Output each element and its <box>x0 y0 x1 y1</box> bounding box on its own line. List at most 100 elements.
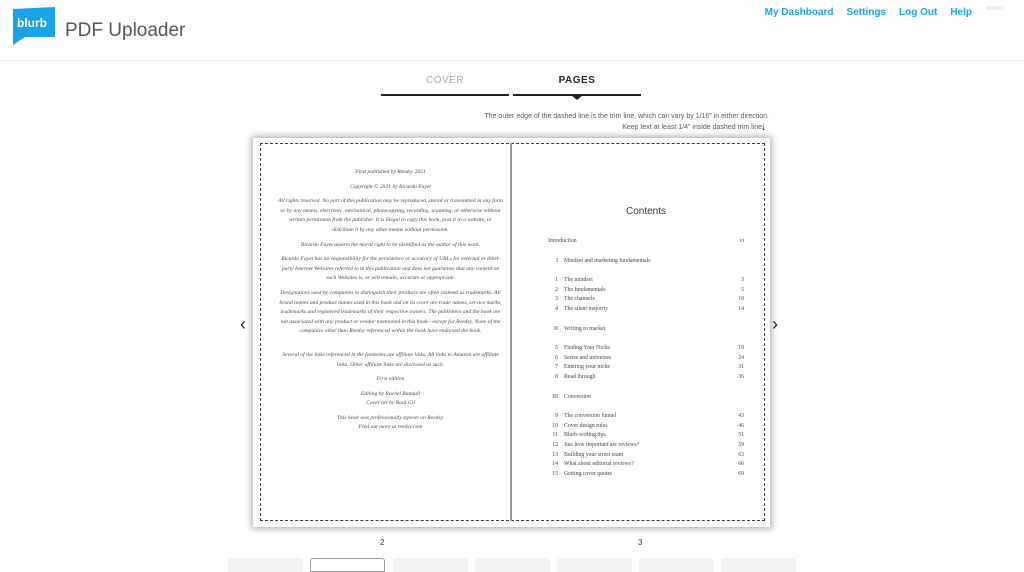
toc-entry: 6 Series and universes 24 <box>548 354 744 364</box>
tab-pages[interactable]: PAGES <box>513 75 641 100</box>
toc-number: 12 <box>552 441 558 448</box>
toc-entry: II Writing to market <box>548 325 744 335</box>
toc-entry: 5 Finding Your Niche 19 <box>548 344 744 354</box>
toc-title: Introduction <box>548 238 577 244</box>
copyright-paragraph: Copyright © 2021 by Ricardo Fayet <box>350 183 431 190</box>
toc-entry: 10 Cover design rules 46 <box>548 422 744 432</box>
copyright-paragraph: All rights reserved. No part of this pub… <box>278 198 503 233</box>
toc-title: Writing to market <box>564 325 606 332</box>
page-thumbnail[interactable] <box>475 558 550 572</box>
toc-spacer <box>548 266 744 276</box>
toc-spacer <box>548 247 744 257</box>
toc-page: 14 <box>738 305 744 312</box>
toc-title: Entering your niche <box>564 364 611 371</box>
toc-number: 9 <box>555 413 558 420</box>
toc-number: 2 <box>555 286 558 293</box>
toc-page: 43 <box>738 413 744 420</box>
page-thumbnail-selected[interactable] <box>310 558 385 572</box>
tab-cover[interactable]: COVER <box>381 75 509 96</box>
toc-page: 46 <box>738 422 744 429</box>
copyright-paragraph: This book was professionally typeset on … <box>336 414 445 431</box>
page-thumbnail[interactable] <box>393 558 468 572</box>
copyright-paragraph: First published by Reedsy 2021 <box>355 169 426 175</box>
page-thumbnail[interactable] <box>639 558 714 572</box>
toc-number: I <box>556 257 558 264</box>
toc-number: 7 <box>555 364 558 371</box>
toc-page: 66 <box>738 461 744 468</box>
contents-heading: Contents <box>625 206 667 217</box>
nav-my-dashboard[interactable]: My Dashboard <box>765 7 834 18</box>
toc-page: 59 <box>738 441 744 448</box>
toc-number: 6 <box>555 354 558 361</box>
toc-page: 69 <box>738 470 744 477</box>
toc-entry: 7 Entering your niche 31 <box>548 363 744 373</box>
toc-title: Building your street team <box>564 451 624 458</box>
toc-page: vi <box>739 238 744 244</box>
toc-page: 24 <box>738 354 744 361</box>
toc-title: Blurb-writing tips <box>564 432 606 439</box>
toc-title: Just how important are reviews? <box>564 441 640 448</box>
toc-number: 5 <box>555 345 558 352</box>
toc-number: III <box>552 393 558 400</box>
toc-entry: 4 The silent majority 14 <box>548 305 744 315</box>
toc-title: Read through <box>564 373 596 380</box>
nav-help[interactable]: Help <box>950 7 972 18</box>
toc-number: 11 <box>552 432 558 439</box>
toc-spacer <box>548 402 744 412</box>
toc-title: The silent majority <box>564 305 609 312</box>
toc-number: 10 <box>552 422 558 429</box>
toc-entry: 1 The mindset 3 <box>548 276 744 286</box>
arrow-down-icon: ↓ <box>761 122 766 133</box>
nav-log-out[interactable]: Log Out <box>899 7 937 18</box>
page-spread: First published by Reedsy 2021 Copyright … <box>253 138 770 527</box>
toc-entry: 13 Building your street team 63 <box>548 451 744 461</box>
nav-indicator <box>986 6 1004 10</box>
toc-spacer <box>548 334 744 344</box>
toc-title: Mindset and marketing fundamentals <box>564 257 651 264</box>
toc-page: 3 <box>741 277 744 284</box>
toc-number: 13 <box>552 451 558 458</box>
toc-entry: 3 The channels 10 <box>548 295 744 305</box>
copyright-paragraph: Editing by Rachel Randall Cover art by R… <box>360 390 421 407</box>
toc-title: What about editorial reviews? <box>564 461 634 468</box>
page-number-right: 3 <box>638 538 643 547</box>
toc-number: 15 <box>552 470 558 477</box>
toc-title: The channels <box>564 296 595 303</box>
toc-spacer <box>548 315 744 325</box>
copyright-paragraph: Ricardo Fayet asserts the moral right to… <box>300 241 481 248</box>
toc-entry: 15 Getting cover quotes 69 <box>548 470 744 480</box>
nav-settings[interactable]: Settings <box>847 7 886 18</box>
toc-entry: Introduction vi <box>548 237 744 247</box>
copyright-paragraph: Designations used by companies to distin… <box>279 289 502 335</box>
page-thumbnail[interactable] <box>557 558 632 572</box>
left-page-content: First published by Reedsy 2021 Copyright … <box>278 168 503 438</box>
toc-entry: 14 What about editorial reviews? 66 <box>548 460 744 470</box>
toc-title: The conversion funnel <box>564 413 617 420</box>
right-page-content: Contents Introduction vi I Mindset and mark… <box>548 206 744 479</box>
toc-number: 3 <box>555 296 558 303</box>
chevron-left-icon[interactable]: ‹ <box>240 314 246 335</box>
toc-title: The fundamentals <box>564 286 606 293</box>
toc-title: The mindset <box>564 277 593 284</box>
page-thumbnail[interactable] <box>228 558 303 572</box>
toc-entry: 8 Read through 36 <box>548 373 744 383</box>
toc-number: II <box>554 325 558 332</box>
toc-title: Finding Your Niche <box>564 345 610 352</box>
page-number-left: 2 <box>380 538 385 547</box>
copyright-paragraph: Several of the links referenced in the f… <box>282 351 499 368</box>
toc-page: 63 <box>738 451 744 458</box>
toc-list: Introduction vi I Mindset and marketing fun… <box>548 237 744 479</box>
toc-entry: 2 The fundamentals 5 <box>548 286 744 296</box>
top-nav: My Dashboard Settings Log Out Help <box>765 7 972 18</box>
toc-title: Conversion <box>564 393 591 400</box>
blurb-logo[interactable]: blurb <box>13 7 55 45</box>
margin-hint: Keep text at least 1/4" inside dashed tr… <box>622 124 764 131</box>
chevron-right-icon[interactable]: › <box>772 314 778 335</box>
copyright-paragraph: Ricardo Fayet has no responsibility for … <box>281 256 500 282</box>
toc-number: 8 <box>555 373 558 380</box>
spine <box>510 143 512 521</box>
page-thumbnail[interactable] <box>721 558 796 572</box>
svg-text:blurb: blurb <box>17 16 47 30</box>
toc-number: 14 <box>552 461 558 468</box>
copyright-paragraph: First edition <box>376 376 405 383</box>
